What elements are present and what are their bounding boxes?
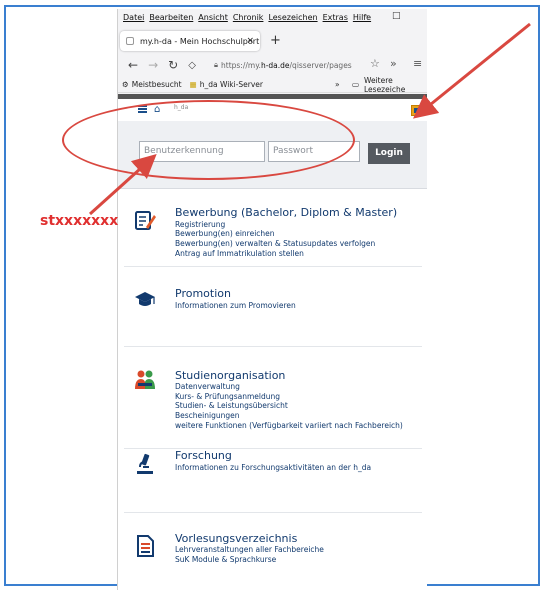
arrow-to-username [88, 153, 157, 216]
arrow-to-login-icon [413, 22, 531, 119]
annotation-arrows [88, 22, 531, 216]
